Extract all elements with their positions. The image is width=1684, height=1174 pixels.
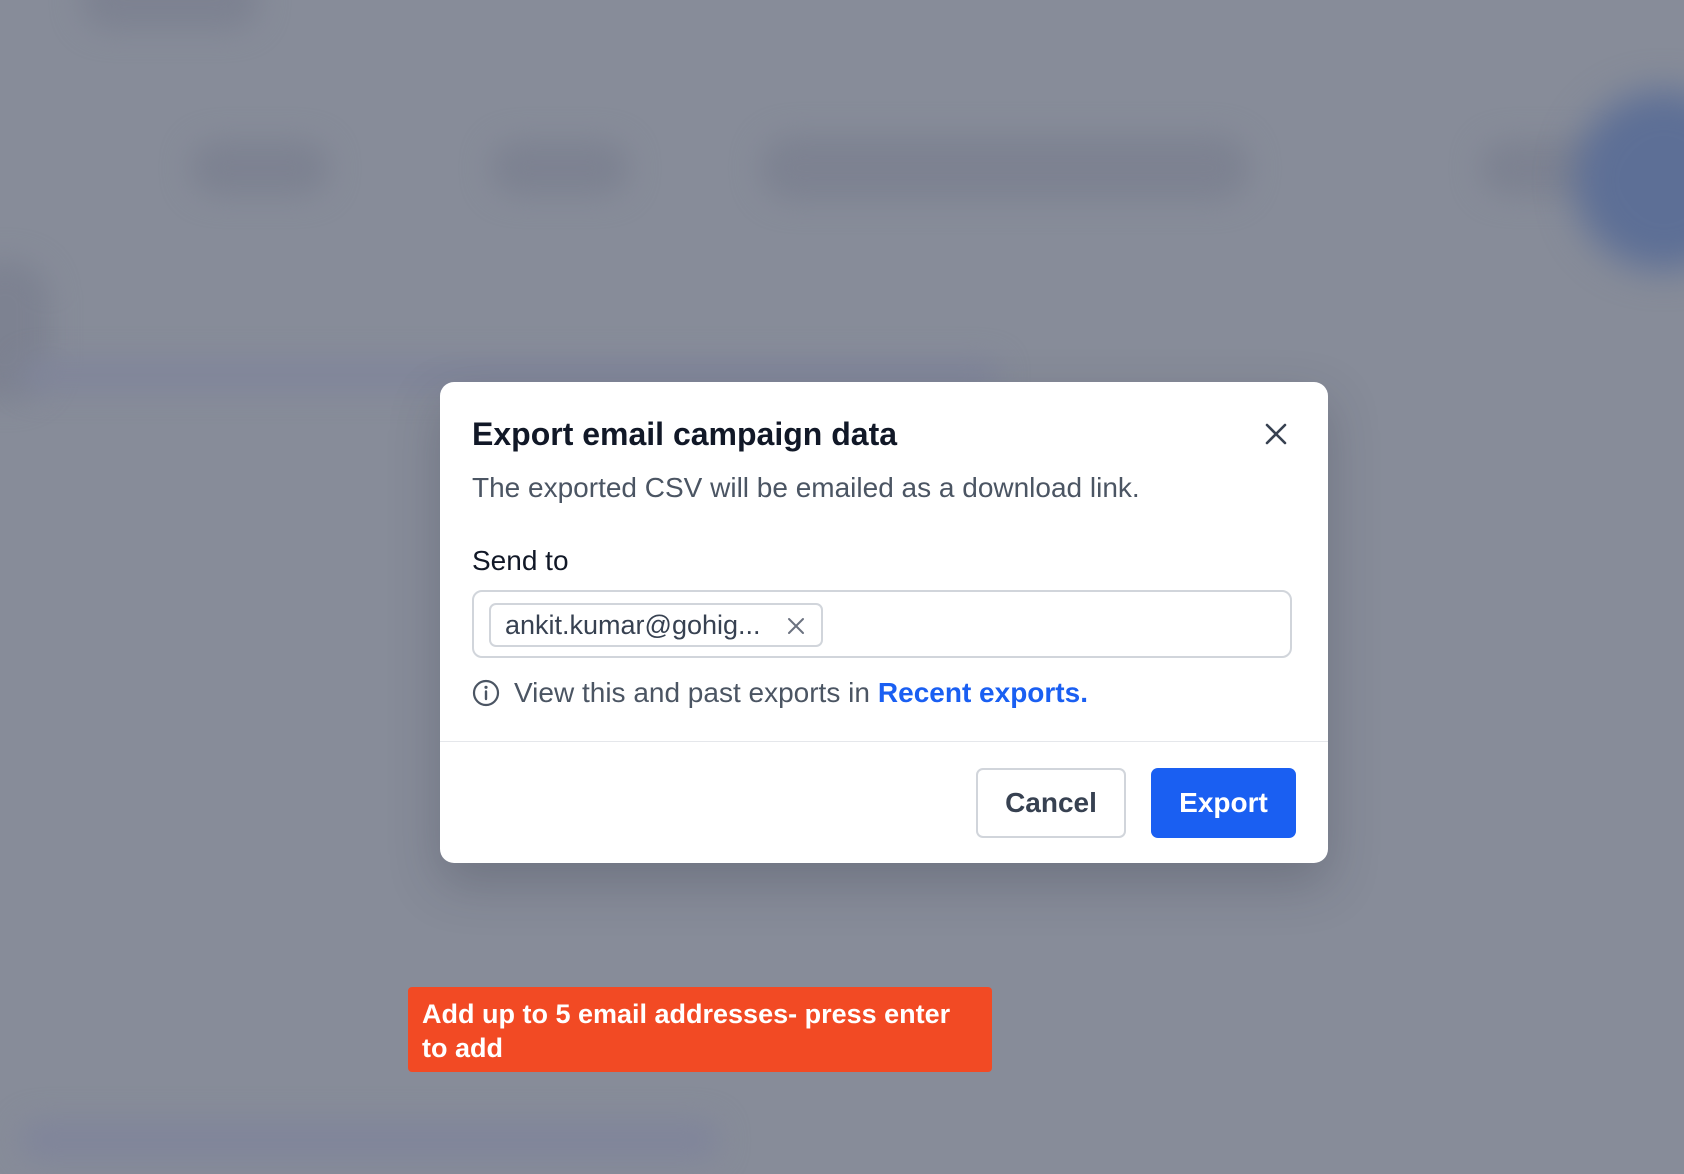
recent-exports-hint: View this and past exports in Recent exp…	[472, 673, 1088, 713]
send-to-label: Send to	[472, 545, 569, 576]
close-icon	[1265, 423, 1287, 445]
export-dialog: Export email campaign data The exported …	[440, 382, 1328, 863]
footer-divider	[440, 741, 1328, 742]
blurred-nav-element	[190, 140, 330, 196]
blurred-content-row	[20, 1120, 720, 1160]
app-background: Export email campaign data The exported …	[0, 0, 1684, 1174]
email-chip: ankit.kumar@gohig...	[489, 603, 823, 647]
cancel-button[interactable]: Cancel	[976, 768, 1126, 838]
email-chip-label: ankit.kumar@gohig...	[505, 609, 761, 640]
dialog-title: Export email campaign data	[472, 416, 898, 452]
hint-text: View this and past exports in	[514, 677, 870, 708]
recent-exports-link[interactable]: Recent exports.	[878, 677, 1088, 709]
close-button[interactable]	[1258, 416, 1294, 452]
blurred-header-element	[80, 0, 260, 30]
dialog-subtitle: The exported CSV will be emailed as a do…	[472, 472, 1140, 503]
info-icon	[472, 679, 500, 707]
email-limit-tooltip: Add up to 5 email addresses- press enter…	[408, 987, 992, 1072]
blurred-nav-element	[760, 135, 1250, 201]
blurred-avatar	[1574, 90, 1684, 270]
blurred-nav-element	[490, 140, 630, 196]
export-button[interactable]: Export	[1151, 768, 1296, 838]
send-to-input[interactable]: ankit.kumar@gohig...	[472, 590, 1292, 658]
remove-icon[interactable]	[785, 615, 807, 637]
